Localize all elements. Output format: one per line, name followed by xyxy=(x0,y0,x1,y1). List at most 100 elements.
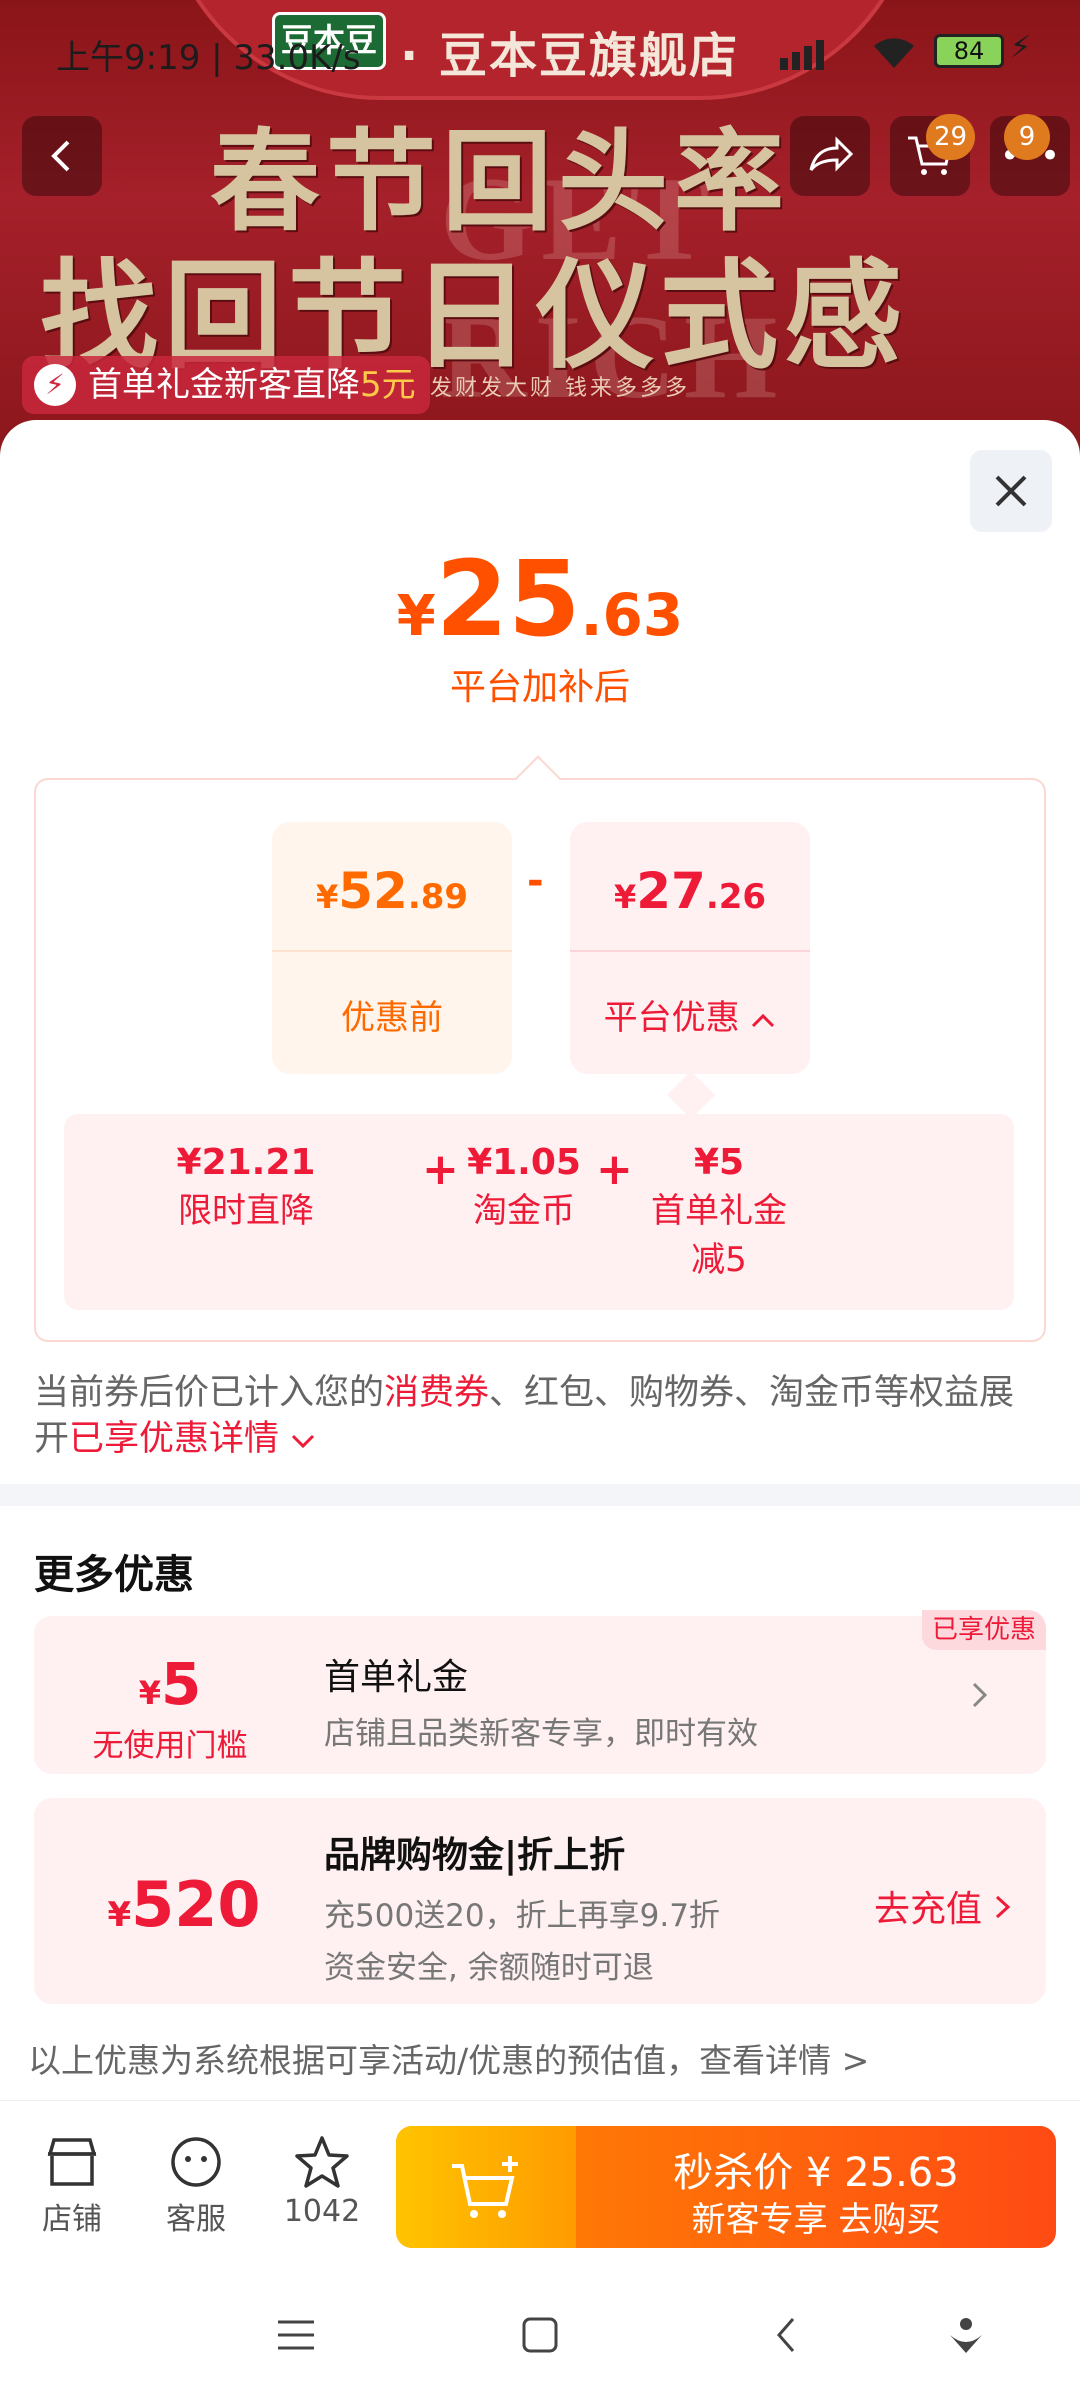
offer-description: 店铺且品类新客专享，即时有效 xyxy=(324,1716,758,1752)
cart-count-badge: 29 xyxy=(926,114,976,160)
more-button[interactable]: ••• 9 xyxy=(990,114,1070,196)
lightning-icon: ⚡ xyxy=(34,364,76,406)
breakdown-value: ¥21.21 xyxy=(176,1142,316,1183)
menu-nav-button[interactable] xyxy=(266,2310,326,2360)
first-order-promo-tag: 首单礼金新客直降5元 xyxy=(22,356,430,414)
add-to-cart-icon xyxy=(452,2156,518,2218)
assistant-nav-button[interactable] xyxy=(936,2310,996,2360)
breakdown-sublabel: 减5 xyxy=(691,1240,747,1280)
estimate-footnote-link[interactable]: 以上优惠为系统根据可享活动/优惠的预估值，查看详情 > xyxy=(28,2034,869,2082)
offer-amount: 5 xyxy=(160,1650,202,1718)
charging-icon: ⚡ xyxy=(1010,30,1032,65)
consumption-coupon-link[interactable]: 消费券 xyxy=(384,1373,489,1413)
breakdown-item: ¥5 首单礼金 减5 xyxy=(624,1142,814,1281)
price-before-currency: ¥ xyxy=(315,878,339,916)
card-divider xyxy=(272,950,512,952)
price-before-decimal: .89 xyxy=(407,877,469,917)
chevron-right-icon xyxy=(972,1682,988,1708)
enjoyed-badge: 已享优惠 xyxy=(921,1610,1046,1650)
note-text: 当前券后价已计入您的 xyxy=(34,1373,385,1413)
platform-discount-label: 平台优惠 xyxy=(603,998,740,1038)
enjoyed-discount-details-link[interactable]: 已享优惠详情 xyxy=(69,1419,279,1459)
breakdown-label: 首单礼金 xyxy=(651,1191,787,1231)
promo-tag-text: 首单礼金新客直降 xyxy=(88,365,360,405)
offer-title: 首单礼金 xyxy=(324,1657,469,1698)
add-to-cart-button[interactable] xyxy=(396,2126,576,2248)
chevron-down-icon[interactable] xyxy=(290,1432,316,1450)
offer-value: ¥520 xyxy=(74,1868,294,1941)
more-offers-title: 更多优惠 xyxy=(34,1552,194,1598)
share-button[interactable] xyxy=(790,116,870,196)
platform-discount-integer: 27 xyxy=(636,862,706,920)
offer-title: 品牌购物金|折上折 xyxy=(324,1835,626,1876)
breakdown-value: ¥1.05 xyxy=(467,1142,581,1183)
assistant-icon xyxy=(950,2318,982,2353)
breakdown-item: ¥21.21 限时直降 xyxy=(156,1142,336,1232)
offer-currency: ¥ xyxy=(138,1674,161,1712)
status-time: 上午9:19 | 33.0K/s xyxy=(56,38,361,78)
final-price: ¥25.63 xyxy=(0,538,1080,660)
customer-service-label: 客服 xyxy=(166,2202,226,2237)
menu-icon xyxy=(278,2320,314,2350)
final-price-decimal: .63 xyxy=(580,581,684,649)
status-bar: 上午9:19 | 33.0K/s 84 ⚡ xyxy=(0,30,1080,90)
final-price-currency: ¥ xyxy=(396,584,436,649)
price-before-amount: ¥52.89 xyxy=(272,862,512,920)
chevron-up-icon xyxy=(752,1013,775,1028)
buy-now-button[interactable]: 秒杀价 ¥ 25.63 新客专享 去购买 xyxy=(396,2126,1056,2248)
chevron-right-icon xyxy=(996,1895,1011,1919)
final-price-integer: 25 xyxy=(435,538,581,660)
chevron-left-icon xyxy=(51,140,70,172)
recharge-label: 去充值 xyxy=(874,1889,983,1930)
breakdown-label: 限时直降 xyxy=(178,1191,314,1231)
offer-currency: ¥ xyxy=(107,1895,132,1935)
star-icon xyxy=(295,2136,349,2188)
coupon-note: 当前券后价已计入您的消费券、红包、购物券、淘金币等权益展开已享优惠详情 xyxy=(34,1370,1044,1462)
price-before-card: ¥52.89 优惠前 xyxy=(272,822,512,1074)
favorite-count: 1042 xyxy=(283,2194,361,2229)
minus-sign: - xyxy=(527,858,544,904)
store-button[interactable]: 店铺 xyxy=(22,2130,122,2238)
home-nav-button[interactable] xyxy=(510,2310,570,2360)
customer-service-icon xyxy=(171,2137,221,2187)
final-price-caption: 平台加补后 xyxy=(449,667,630,708)
platform-discount-currency: ¥ xyxy=(613,878,637,916)
offer-threshold: 无使用门槛 xyxy=(92,1728,248,1764)
breakdown-item: ¥1.05 淘金币 xyxy=(444,1142,604,1232)
discount-breakdown: ¥21.21 限时直降 + ¥1.05 淘金币 + ¥5 首单礼金 减5 xyxy=(64,1114,1014,1310)
offer-card-brand-credit[interactable]: ¥520 品牌购物金|折上折 充500送20，折上再享9.7折 资金安全, 余额… xyxy=(34,1798,1046,2004)
customer-service-button[interactable]: 客服 xyxy=(146,2130,246,2238)
back-nav-button[interactable] xyxy=(756,2310,816,2360)
offer-card-first-order[interactable]: ¥5 无使用门槛 首单礼金 店铺且品类新客专享，即时有效 已享优惠 xyxy=(34,1610,1046,1774)
breakdown-value: ¥5 xyxy=(693,1142,745,1183)
favorite-button[interactable]: 1042 xyxy=(272,2130,372,2229)
store-icon xyxy=(47,2138,97,2186)
promo-tag-amount: 5元 xyxy=(360,365,416,405)
section-divider xyxy=(0,1484,1080,1506)
platform-discount-label-row: 平台优惠 xyxy=(570,990,810,1039)
recharge-button[interactable]: 去充值 xyxy=(874,1880,1013,1932)
store-label: 店铺 xyxy=(42,2202,102,2237)
new-customer-buy-label: 新客专享 去购买 xyxy=(691,2200,941,2240)
offer-description-2: 资金安全, 余额随时可退 xyxy=(324,1950,654,1986)
back-button[interactable] xyxy=(22,116,102,196)
share-icon xyxy=(809,136,853,172)
signal-icon xyxy=(780,36,860,79)
platform-discount-card[interactable]: ¥27.26 平台优惠 xyxy=(570,822,810,1074)
price-before-integer: 52 xyxy=(338,862,408,920)
card-divider xyxy=(570,950,810,952)
wifi-icon xyxy=(870,34,918,79)
cart-button[interactable]: 29 xyxy=(890,114,976,196)
banner-subtitle: 发财发大财 钱来多多多 xyxy=(430,376,690,401)
home-square-icon xyxy=(522,2317,558,2353)
price-before-label: 优惠前 xyxy=(341,998,443,1038)
offer-description: 充500送20，折上再享9.7折 xyxy=(324,1898,720,1934)
offer-amount: 520 xyxy=(131,1868,261,1941)
flash-price-label: 秒杀价 ¥ 25.63 xyxy=(673,2150,959,2196)
back-arrow-icon xyxy=(777,2318,795,2352)
message-count-badge: 9 xyxy=(1004,114,1050,160)
battery-indicator: 84 xyxy=(934,34,1004,68)
close-button[interactable] xyxy=(970,450,1052,532)
close-icon xyxy=(995,475,1027,507)
offer-value: ¥5 xyxy=(70,1650,270,1718)
